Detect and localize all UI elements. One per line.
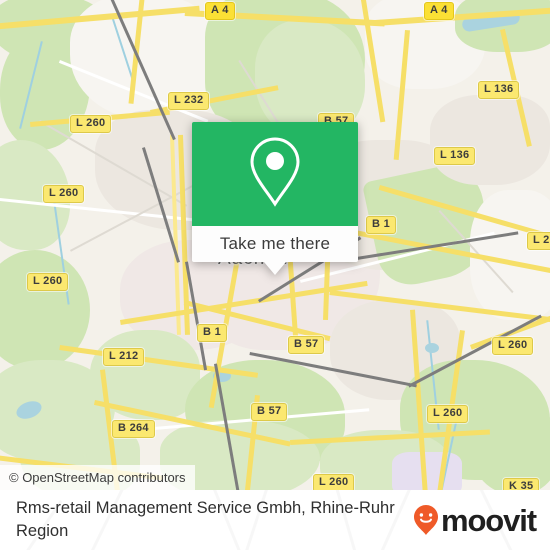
map-road-shield: L 136 <box>434 147 476 165</box>
map-water-body <box>425 343 439 353</box>
footer-bar: Rms-retail Management Service Gmbh, Rhin… <box>0 490 550 550</box>
map-road-shield: L 260 <box>43 185 85 203</box>
map-road-shield: B 264 <box>112 420 155 438</box>
map-road-shield: L 260 <box>27 273 69 291</box>
moovit-logo[interactable]: moovit <box>413 502 537 538</box>
place-title: Rms-retail Management Service Gmbh, Rhin… <box>16 499 395 540</box>
moovit-map-screenshot: Aachen A 4A 4L 232L 260B 57L 136L 136L 2… <box>0 0 550 550</box>
map-road-shield: L 232 <box>168 92 210 110</box>
map-attribution[interactable]: © OpenStreetMap contributors <box>0 465 195 490</box>
map-canvas[interactable]: Aachen A 4A 4L 232L 260B 57L 136L 136L 2… <box>0 0 550 490</box>
map-road-shield: L 2 <box>527 232 550 250</box>
map-road-shield: B 1 <box>366 216 397 234</box>
moovit-pin-icon <box>413 504 439 536</box>
map-road-shield: L 260 <box>70 115 112 133</box>
destination-callout-card[interactable]: Take me there <box>192 122 358 275</box>
map-road-shield: L 260 <box>313 474 355 490</box>
map-road-shield: K 35 <box>503 478 540 490</box>
map-road-shield: B 1 <box>197 324 228 342</box>
map-road-shield: L 212 <box>103 348 145 366</box>
callout-icon-area <box>192 122 358 226</box>
map-road-shield: L 260 <box>427 405 469 423</box>
map-road-shield: B 57 <box>251 403 288 421</box>
moovit-wordmark: moovit <box>440 502 537 538</box>
take-me-there-button[interactable]: Take me there <box>192 226 358 262</box>
callout-pointer-tail <box>264 262 286 275</box>
map-road-shield: A 4 <box>424 2 454 20</box>
map-landuse-urban <box>430 95 550 185</box>
take-me-there-label: Take me there <box>219 234 331 253</box>
map-landuse-forest <box>470 400 550 490</box>
map-road-shield: B 57 <box>288 336 325 354</box>
map-road-shield: A 4 <box>205 2 235 20</box>
map-pin-icon <box>246 135 304 214</box>
map-road-shield: L 136 <box>478 81 520 99</box>
map-road-shield: L 260 <box>492 337 534 355</box>
